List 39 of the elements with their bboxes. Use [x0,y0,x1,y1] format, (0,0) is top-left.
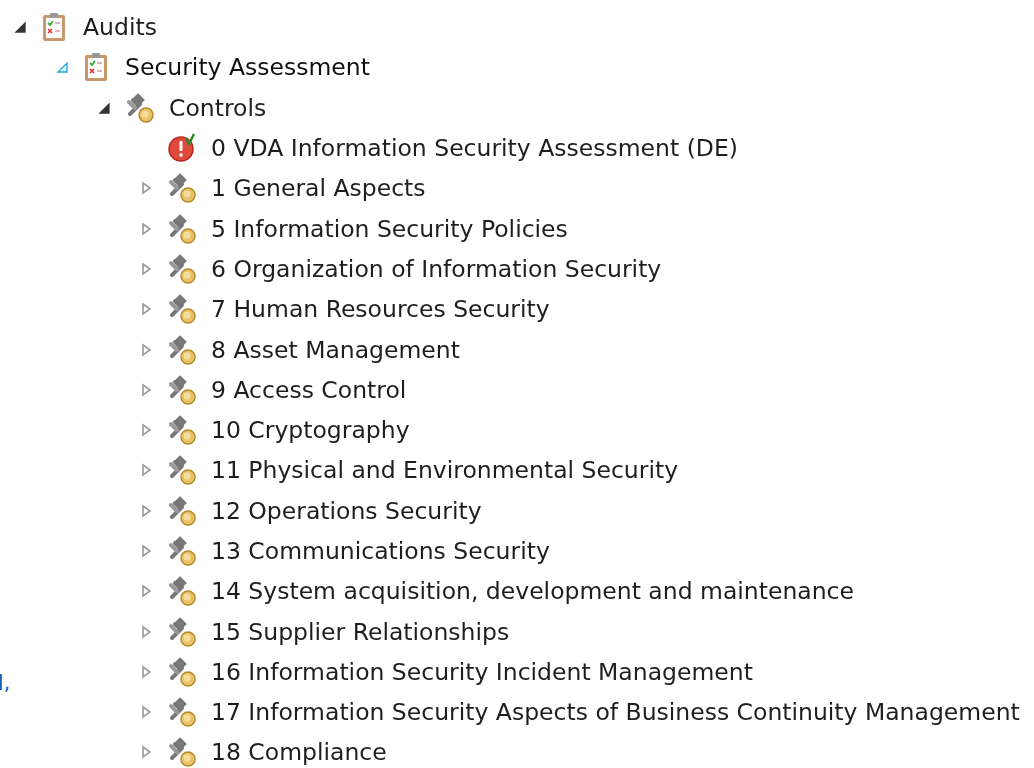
tree-item[interactable]: 9 Access Control [211,375,407,404]
tree-item[interactable]: 1 General Aspects [211,174,426,203]
tree-item[interactable]: 14 System acquisition, development and maintenance [211,577,854,606]
wrench-icon [166,615,198,648]
tree-item[interactable]: 0 VDA Information Security Assessment (DE) [211,134,738,163]
tree-item[interactable]: 15 Supplier Relationships [211,617,510,646]
tree-item[interactable]: 10 Cryptography [211,416,410,445]
wrench-icon [166,494,198,527]
expander-icon[interactable] [97,100,111,115]
tree-item[interactable]: 7 Human Resources Security [211,295,550,324]
wrench-icon [166,212,198,245]
tree-item[interactable]: 8 Asset Management [211,335,460,364]
tree-item[interactable]: 5 Information Security Policies [211,214,568,243]
wrench-icon [166,373,198,406]
tree-item[interactable]: 13 Communications Security [211,537,550,565]
tree-item[interactable]: Security Assessment [125,53,370,82]
error-icon [166,132,198,165]
tree-item[interactable]: Controls [169,93,267,122]
wrench-icon [124,91,156,124]
wrench-icon [166,535,198,567]
tree-item[interactable]: 18 Compliance [211,738,387,767]
wrench-icon [166,655,198,688]
wrench-icon [166,333,198,366]
wrench-icon [166,454,198,487]
tree-item[interactable]: Audits [83,13,157,42]
wrench-icon [166,696,198,729]
wrench-icon [166,575,198,608]
tree-item[interactable]: 16 Information Security Incident Management [211,657,753,686]
wrench-icon [166,293,198,326]
tree-item[interactable]: 11 Physical and Environmental Security [211,456,679,485]
tree-item[interactable]: 12 Operations Security [211,496,482,525]
wrench-icon [166,252,198,285]
tree-item[interactable]: 6 Organization of Information Security [211,254,662,283]
wrench-icon [166,736,198,768]
tree-item[interactable]: 17 Information Security Aspects of Business Continuity Management [211,698,1020,727]
wrench-icon [166,172,198,205]
expander-icon[interactable] [13,20,27,35]
wrench-icon [166,414,198,447]
text-fragment: l, [0,671,11,695]
